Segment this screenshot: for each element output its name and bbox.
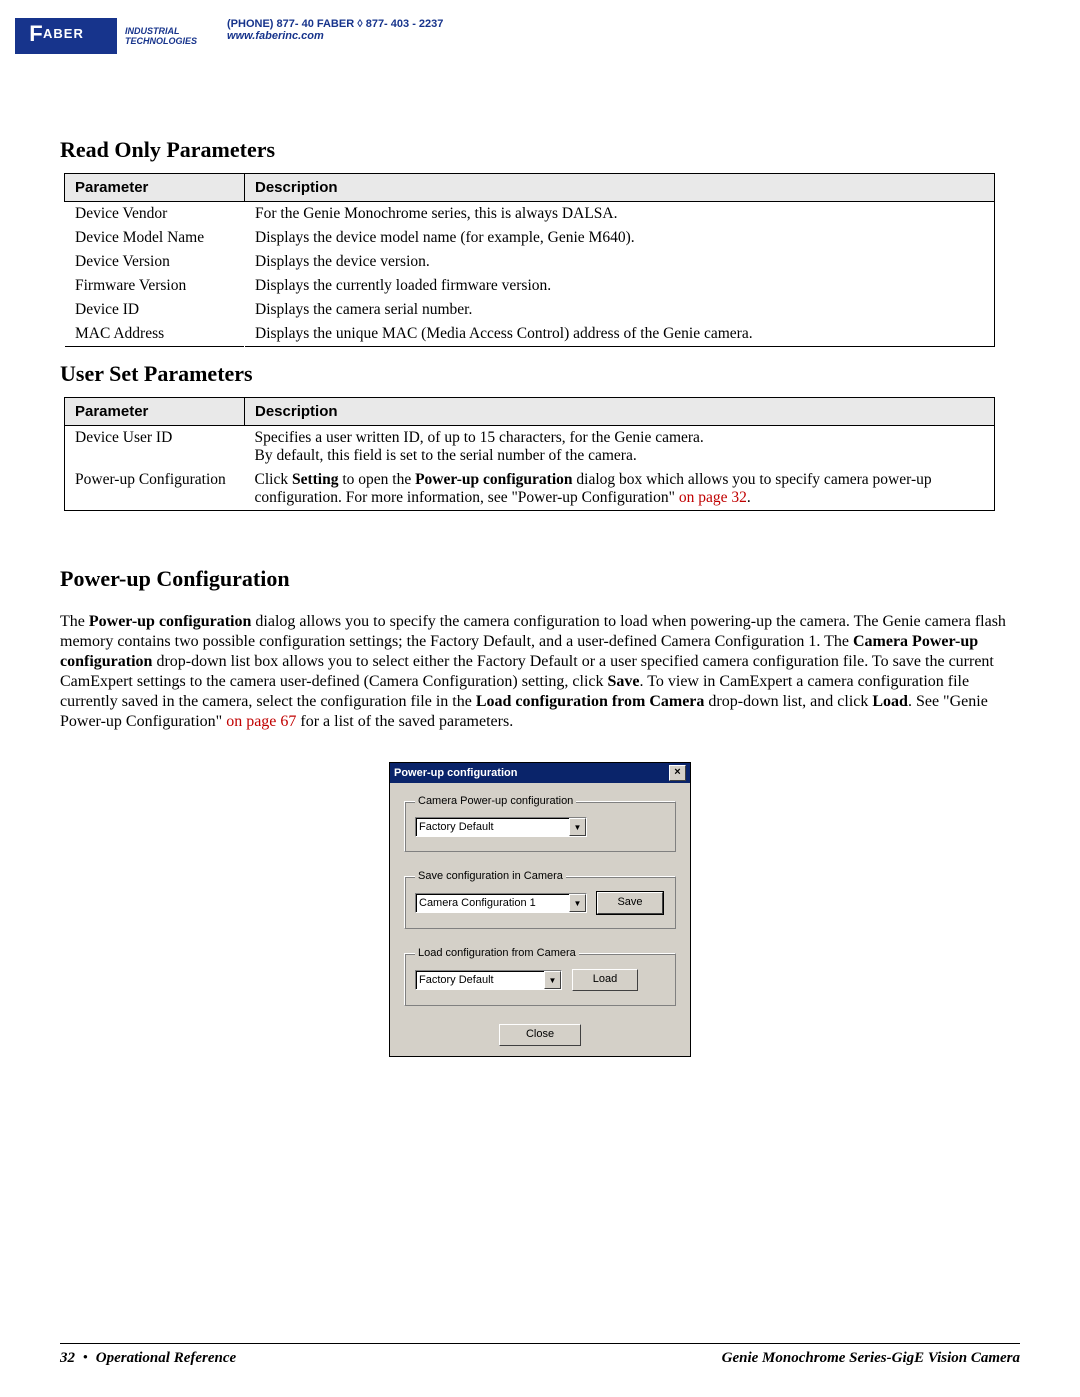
col-description: Description: [245, 398, 995, 426]
page-header: F ABER Industrial Technologies (PHONE) 8…: [15, 18, 1020, 52]
website-url: www.faberinc.com: [227, 30, 443, 42]
group-label: Save configuration in Camera: [415, 870, 566, 882]
table-row: Device User ID Specifies a user written …: [65, 426, 995, 469]
table-row: Device IDDisplays the camera serial numb…: [65, 298, 995, 322]
phone-number: (PHONE) 877- 40 FABER ◊ 877- 403 - 2237: [227, 18, 443, 30]
table-row: Device VersionDisplays the device versio…: [65, 250, 995, 274]
table-row: Firmware VersionDisplays the currently l…: [65, 274, 995, 298]
footer-rule: [60, 1343, 1020, 1344]
chevron-down-icon: ▼: [569, 894, 586, 912]
close-icon[interactable]: ×: [669, 765, 686, 781]
save-button[interactable]: Save: [597, 892, 663, 914]
userset-params-table: Parameter Description Device User ID Spe…: [64, 397, 995, 511]
group-load-config: Load configuration from Camera Factory D…: [404, 947, 676, 1006]
logo-tagline: Industrial Technologies: [125, 27, 197, 47]
faber-logo: F ABER: [15, 18, 115, 52]
xref-link[interactable]: on page 32: [675, 489, 747, 506]
heading-powerup: Power-up Configuration: [60, 566, 1020, 592]
table-row: Device Model NameDisplays the device mod…: [65, 226, 995, 250]
heading-userset: User Set Parameters: [60, 361, 1020, 387]
page-footer: 32 • Operational Reference Genie Monochr…: [60, 1350, 1020, 1367]
powerup-dialog: Power-up configuration × Camera Power-up…: [389, 762, 691, 1057]
contact-block: (PHONE) 877- 40 FABER ◊ 877- 403 - 2237 …: [227, 18, 443, 42]
table-row: MAC AddressDisplays the unique MAC (Medi…: [65, 322, 995, 347]
group-save-config: Save configuration in Camera Camera Conf…: [404, 870, 676, 929]
col-parameter: Parameter: [65, 174, 245, 202]
combo-load-config[interactable]: Factory Default ▼: [415, 970, 562, 990]
group-label: Load configuration from Camera: [415, 947, 579, 959]
heading-readonly: Read Only Parameters: [60, 137, 1020, 163]
document-title: Genie Monochrome Series-GigE Vision Came…: [722, 1350, 1020, 1367]
chevron-down-icon: ▼: [544, 971, 561, 989]
group-label: Camera Power-up configuration: [415, 795, 576, 807]
powerup-paragraph: The Power-up configuration dialog allows…: [60, 612, 1020, 732]
page-number: 32: [60, 1350, 75, 1366]
section-name: Operational Reference: [96, 1350, 236, 1366]
col-parameter: Parameter: [65, 398, 245, 426]
dialog-titlebar: Power-up configuration ×: [390, 763, 690, 783]
logo-text: ABER: [43, 21, 107, 47]
col-description: Description: [245, 174, 995, 202]
chevron-down-icon: ▼: [569, 818, 586, 836]
dialog-title: Power-up configuration: [394, 767, 517, 779]
xref-link[interactable]: on page 67: [222, 713, 296, 730]
combo-camera-powerup[interactable]: Factory Default ▼: [415, 817, 587, 837]
combo-save-config[interactable]: Camera Configuration 1 ▼: [415, 893, 587, 913]
readonly-params-table: Parameter Description Device VendorFor t…: [64, 173, 995, 347]
load-button[interactable]: Load: [572, 969, 638, 991]
table-row: Power-up Configuration Click Setting to …: [65, 468, 995, 511]
group-camera-powerup: Camera Power-up configuration Factory De…: [404, 795, 676, 852]
close-button[interactable]: Close: [499, 1024, 581, 1046]
logo-letter-f: F: [29, 21, 43, 47]
table-row: Device VendorFor the Genie Monochrome se…: [65, 202, 995, 227]
